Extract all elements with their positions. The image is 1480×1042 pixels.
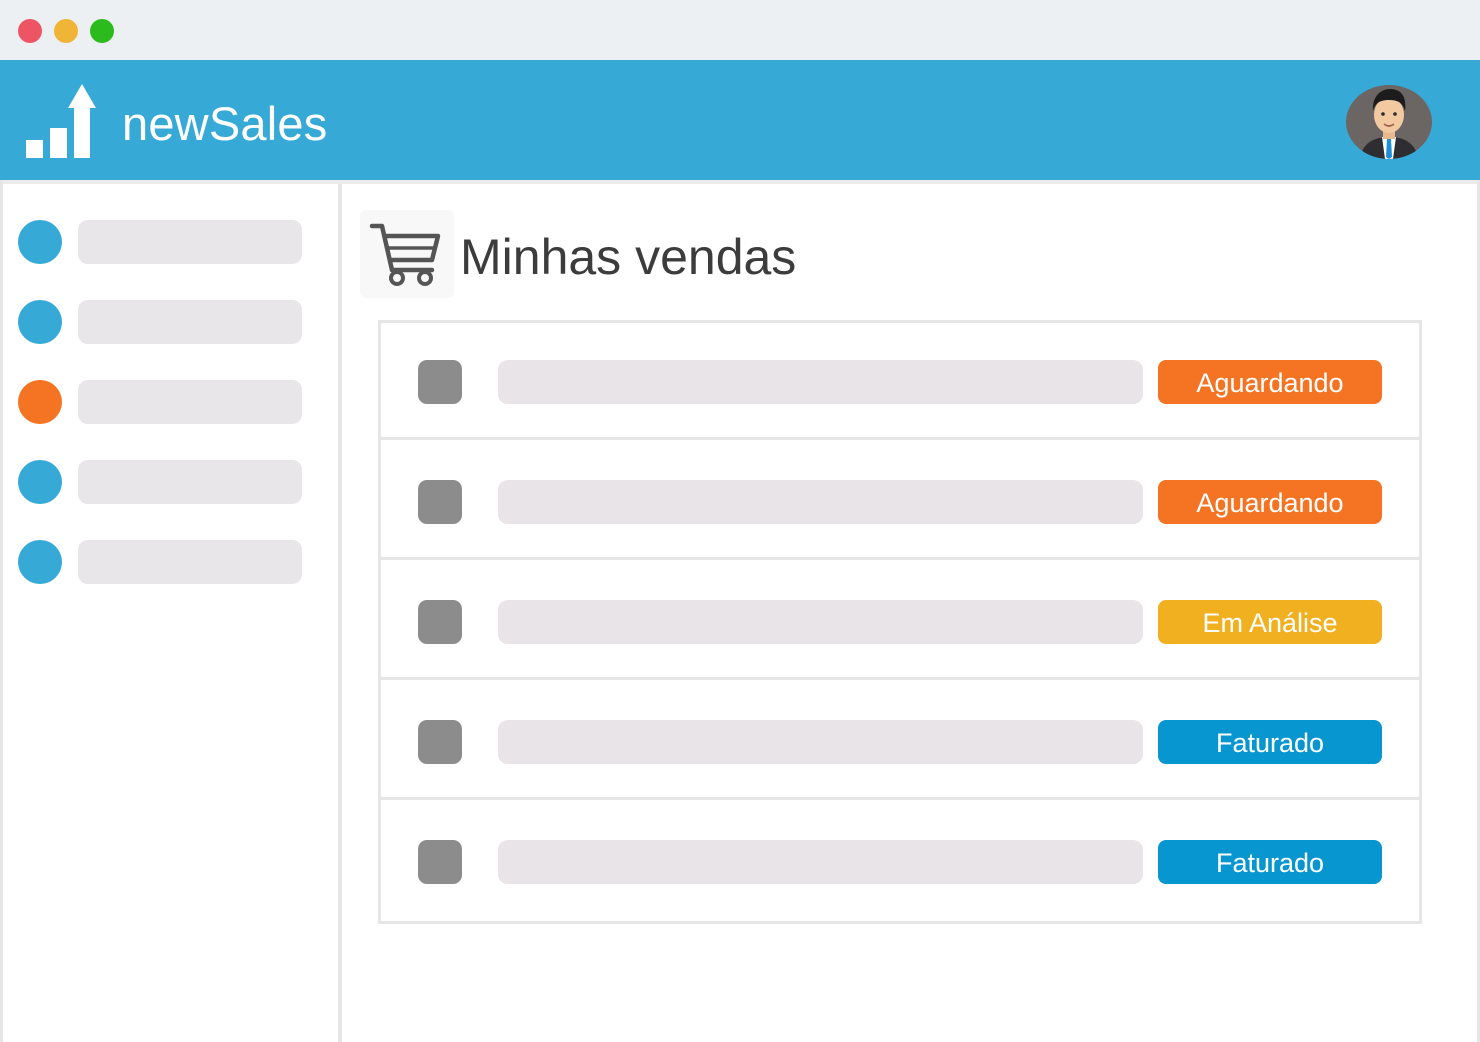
- sale-row[interactable]: Faturado: [381, 803, 1419, 920]
- row-checkbox[interactable]: [418, 720, 462, 764]
- sidebar-item-placeholder: [78, 300, 302, 344]
- sidebar-item-dot: [18, 460, 62, 504]
- sale-row[interactable]: Em Análise: [381, 563, 1419, 680]
- sidebar-item-dot: [18, 540, 62, 584]
- app-header: newSales: [0, 60, 1480, 180]
- row-checkbox[interactable]: [418, 480, 462, 524]
- sidebar-item-active[interactable]: [3, 380, 338, 426]
- row-checkbox[interactable]: [418, 360, 462, 404]
- user-avatar[interactable]: [1346, 85, 1432, 159]
- status-badge[interactable]: Faturado: [1158, 720, 1382, 764]
- sidebar-item-placeholder: [78, 220, 302, 264]
- cart-icon-container: [360, 210, 454, 298]
- row-content-placeholder: [498, 480, 1143, 524]
- row-content-placeholder: [498, 600, 1143, 644]
- close-window-button[interactable]: [18, 19, 42, 43]
- sales-list: Aguardando Aguardando Em Análise Faturad…: [378, 320, 1422, 924]
- app-brand-name: newSales: [122, 97, 328, 150]
- businessman-avatar-icon: [1346, 85, 1432, 159]
- sidebar-item-placeholder: [78, 380, 302, 424]
- minimize-window-button[interactable]: [54, 19, 78, 43]
- status-badge[interactable]: Aguardando: [1158, 480, 1382, 524]
- status-badge[interactable]: Faturado: [1158, 840, 1382, 884]
- maximize-window-button[interactable]: [90, 19, 114, 43]
- bar-chart-up-arrow-icon: [26, 84, 96, 158]
- app-window: newSales Minhas vendas Aguardando Aguard…: [0, 0, 1480, 1042]
- status-badge[interactable]: Aguardando: [1158, 360, 1382, 404]
- row-checkbox[interactable]: [418, 600, 462, 644]
- title-bar: [0, 0, 1480, 60]
- status-badge[interactable]: Em Análise: [1158, 600, 1382, 644]
- row-content-placeholder: [498, 720, 1143, 764]
- sidebar-item[interactable]: [3, 300, 338, 346]
- sidebar-item-dot: [18, 300, 62, 344]
- shopping-cart-icon: [369, 223, 441, 286]
- sale-row[interactable]: Aguardando: [381, 443, 1419, 560]
- sidebar-item-dot: [18, 380, 62, 424]
- row-checkbox[interactable]: [418, 840, 462, 884]
- sidebar: [3, 184, 338, 1042]
- sidebar-item-placeholder: [78, 540, 302, 584]
- sale-row[interactable]: Faturado: [381, 683, 1419, 800]
- sidebar-divider: [338, 184, 342, 1042]
- sidebar-item[interactable]: [3, 220, 338, 266]
- sidebar-item-dot: [18, 220, 62, 264]
- sale-row[interactable]: Aguardando: [381, 323, 1419, 440]
- sidebar-item[interactable]: [3, 460, 338, 506]
- sidebar-item[interactable]: [3, 540, 338, 586]
- row-content-placeholder: [498, 840, 1143, 884]
- sidebar-item-placeholder: [78, 460, 302, 504]
- page-title: Minhas vendas: [460, 229, 797, 285]
- row-content-placeholder: [498, 360, 1143, 404]
